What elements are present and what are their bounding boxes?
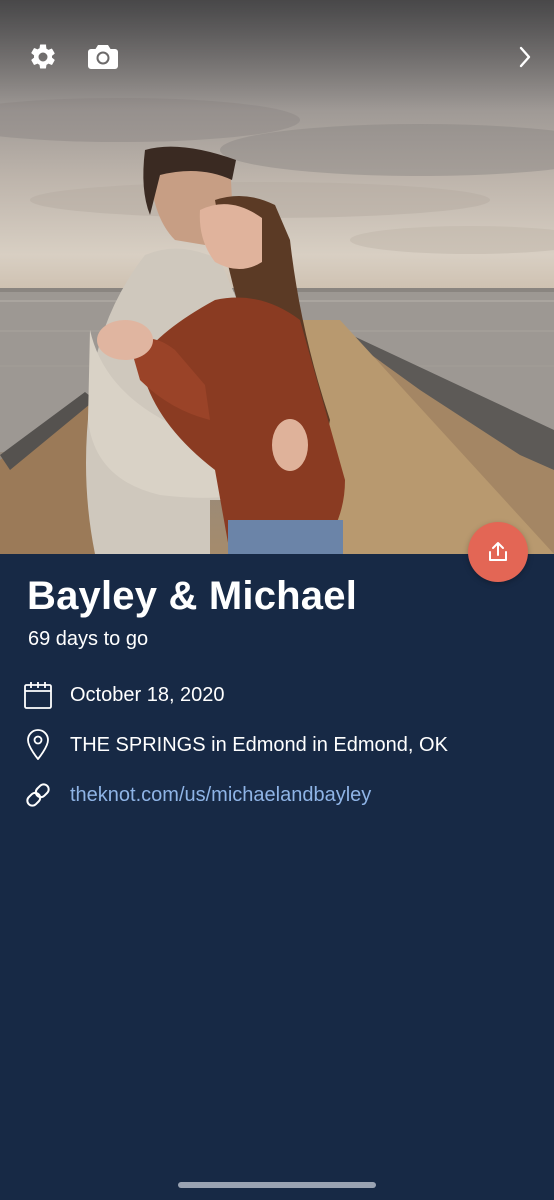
wedding-screen: Bayley & Michael 69 days to go October 1… [0,0,554,1200]
camera-icon [88,45,118,69]
calendar-icon [20,677,56,713]
date-row: October 18, 2020 [20,677,225,713]
link-icon [20,777,56,813]
event-venue: THE SPRINGS in Edmond in Edmond, OK [70,733,448,756]
couple-photo [0,0,554,554]
location-pin-icon [20,727,56,763]
share-upload-icon [489,542,507,561]
countdown-text: 69 days to go [28,628,149,650]
event-date: October 18, 2020 [70,683,225,706]
settings-button[interactable] [24,38,62,76]
website-row[interactable]: theknot.com/us/michaelandbayley [20,777,371,813]
gear-icon [31,44,55,69]
home-indicator[interactable] [178,1182,376,1188]
venue-row: THE SPRINGS in Edmond in Edmond, OK [20,727,448,763]
website-link[interactable]: theknot.com/us/michaelandbayley [70,784,371,807]
camera-button[interactable] [84,38,122,76]
share-button[interactable] [468,522,528,582]
chevron-right-icon [519,46,531,68]
next-button[interactable] [508,40,542,74]
couple-name: Bayley & Michael [27,574,358,618]
